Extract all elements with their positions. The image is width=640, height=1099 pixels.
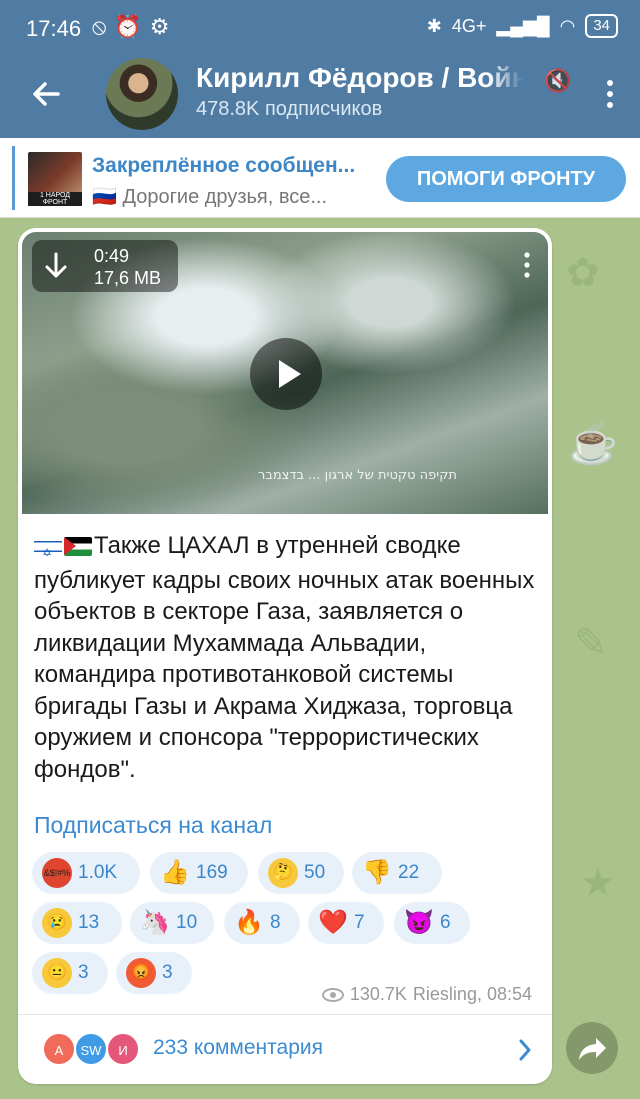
wifi-icon: ◠ bbox=[559, 15, 576, 36]
neutral-face-icon: 😐 bbox=[42, 958, 72, 988]
pinned-preview: 🇷🇺 Дорогие друзья, все... bbox=[92, 186, 328, 208]
download-icon[interactable] bbox=[44, 252, 68, 280]
reaction-chip[interactable]: 😡 3 bbox=[116, 952, 192, 994]
fire-icon: 🔥 bbox=[234, 909, 264, 936]
muted-icon: 🔇 bbox=[544, 68, 572, 93]
eye-icon bbox=[321, 987, 344, 1002]
message-bubble: 0:49 17,6 MB תקיפה טקטית של ארגון ... בד… bbox=[18, 228, 552, 1084]
view-count: 130.7K bbox=[349, 984, 407, 1004]
angry-face-icon: 😡 bbox=[126, 958, 156, 988]
reaction-count: 50 bbox=[304, 862, 326, 883]
play-button[interactable] bbox=[250, 338, 322, 410]
video-menu-icon[interactable] bbox=[522, 250, 532, 280]
reaction-count: 6 bbox=[440, 912, 451, 933]
avatar: А bbox=[42, 1032, 76, 1066]
doodle-pattern: ★ bbox=[580, 861, 616, 905]
devil-icon: 😈 bbox=[404, 909, 434, 936]
crying-face-icon: 😢 bbox=[42, 908, 72, 938]
video-duration: 0:49 bbox=[94, 246, 130, 266]
doodle-pattern: ☕ bbox=[568, 422, 618, 466]
message-text: Также ЦАХАЛ в утренней сводке публикует … bbox=[34, 532, 535, 783]
comments-count-label: 233 комментария bbox=[153, 1036, 323, 1059]
more-menu-icon[interactable] bbox=[598, 74, 622, 114]
palestine-flag-icon bbox=[64, 537, 92, 556]
video-info-badge[interactable]: 0:49 17,6 MB bbox=[32, 240, 178, 292]
heart-icon: ❤️ bbox=[318, 909, 348, 936]
reaction-chip[interactable]: 🔥 8 bbox=[224, 902, 300, 944]
doodle-pattern: ✿ bbox=[566, 251, 600, 295]
channel-avatar[interactable] bbox=[106, 58, 178, 130]
reaction-count: 10 bbox=[176, 912, 198, 933]
channel-title[interactable]: Кирилл Фёдоров / Война bbox=[196, 62, 536, 94]
divider bbox=[18, 1014, 552, 1015]
share-button[interactable] bbox=[566, 1022, 618, 1074]
reaction-chip[interactable]: 😢 13 bbox=[32, 902, 122, 944]
reaction-count: 3 bbox=[78, 962, 89, 983]
share-arrow-icon bbox=[579, 1038, 606, 1060]
reaction-count: 8 bbox=[270, 912, 281, 933]
unicorn-icon: 🦄 bbox=[140, 909, 170, 936]
reaction-chip[interactable]: 😐 3 bbox=[32, 952, 108, 994]
video-preview[interactable]: 0:49 17,6 MB תקיפה טקטית של ארגון ... בד… bbox=[22, 232, 548, 514]
thumbs-down-icon: 👎 bbox=[362, 859, 392, 886]
help-front-button[interactable]: ПОМОГИ ФРОНТУ bbox=[386, 156, 626, 202]
message-text-block: Также ЦАХАЛ в утренней сводке публикует … bbox=[34, 530, 540, 785]
do-not-disturb-icon: ⦸ bbox=[92, 14, 107, 39]
pinned-thumbnail: 1 НАРОД ФРОНТ bbox=[28, 152, 82, 206]
doodle-pattern: ✎ bbox=[574, 621, 608, 665]
author-time: Riesling, 08:54 bbox=[412, 984, 532, 1004]
reaction-count: 169 bbox=[196, 862, 228, 883]
avatar: SW bbox=[74, 1032, 108, 1066]
reaction-count: 13 bbox=[78, 912, 100, 933]
status-bar: 17:46 ⦸ ⏰ ⚙ ✱ 4G+ ▂▄▆█ ◠ 34 bbox=[0, 0, 640, 56]
comments-button[interactable]: А SW И 233 комментария bbox=[18, 1018, 552, 1080]
gear-icon: ⚙ bbox=[149, 14, 170, 39]
subscribe-link[interactable]: Подписаться на канал bbox=[34, 812, 272, 839]
israel-flag-icon bbox=[34, 537, 62, 556]
avatar: И bbox=[106, 1032, 140, 1066]
reaction-chip[interactable]: 👎 22 bbox=[352, 852, 442, 894]
message-meta: 130.7K Riesling, 08:54 bbox=[321, 984, 532, 1005]
pinned-indicator bbox=[12, 146, 15, 210]
reaction-chip[interactable]: &$!#% 1.0K bbox=[32, 852, 140, 894]
network-type-label: 4G+ bbox=[451, 15, 487, 36]
reaction-chip[interactable]: ❤️ 7 bbox=[308, 902, 384, 944]
reaction-chip[interactable]: 👍 169 bbox=[150, 852, 248, 894]
subscriber-count: 478.8K подписчиков bbox=[196, 98, 383, 120]
status-time: 17:46 bbox=[26, 16, 82, 41]
back-arrow-icon[interactable] bbox=[26, 74, 66, 114]
reaction-count: 7 bbox=[354, 912, 365, 933]
video-size: 17,6 MB bbox=[94, 268, 162, 288]
chat-header: Кирилл Фёдоров / Война 🔇 478.8K подписчи… bbox=[0, 56, 640, 138]
angry-cursing-icon: &$!#% bbox=[42, 858, 72, 888]
video-burned-caption: תקיפה טקטית של ארגון ... בדצמבר bbox=[258, 468, 457, 483]
reaction-count: 1.0K bbox=[78, 862, 118, 883]
battery-indicator: 34 bbox=[585, 14, 618, 38]
thinking-face-icon: 🤔 bbox=[268, 858, 298, 888]
chevron-right-icon bbox=[519, 1039, 531, 1061]
pinned-message-bar[interactable]: 1 НАРОД ФРОНТ Закреплённое сообщен... 🇷🇺… bbox=[0, 138, 640, 218]
bluetooth-icon: ✱ bbox=[426, 15, 442, 36]
alarm-icon: ⏰ bbox=[114, 14, 142, 39]
reaction-chip[interactable]: 🤔 50 bbox=[258, 852, 344, 894]
reaction-chip[interactable]: 🦄 10 bbox=[130, 902, 214, 944]
thumbs-up-icon: 👍 bbox=[160, 859, 190, 886]
reaction-count: 22 bbox=[398, 862, 420, 883]
reaction-chip[interactable]: 😈 6 bbox=[394, 902, 470, 944]
pinned-title: Закреплённое сообщен... bbox=[92, 154, 356, 177]
signal-icon: ▂▄▆█ bbox=[496, 15, 550, 36]
reaction-count: 3 bbox=[162, 962, 173, 983]
